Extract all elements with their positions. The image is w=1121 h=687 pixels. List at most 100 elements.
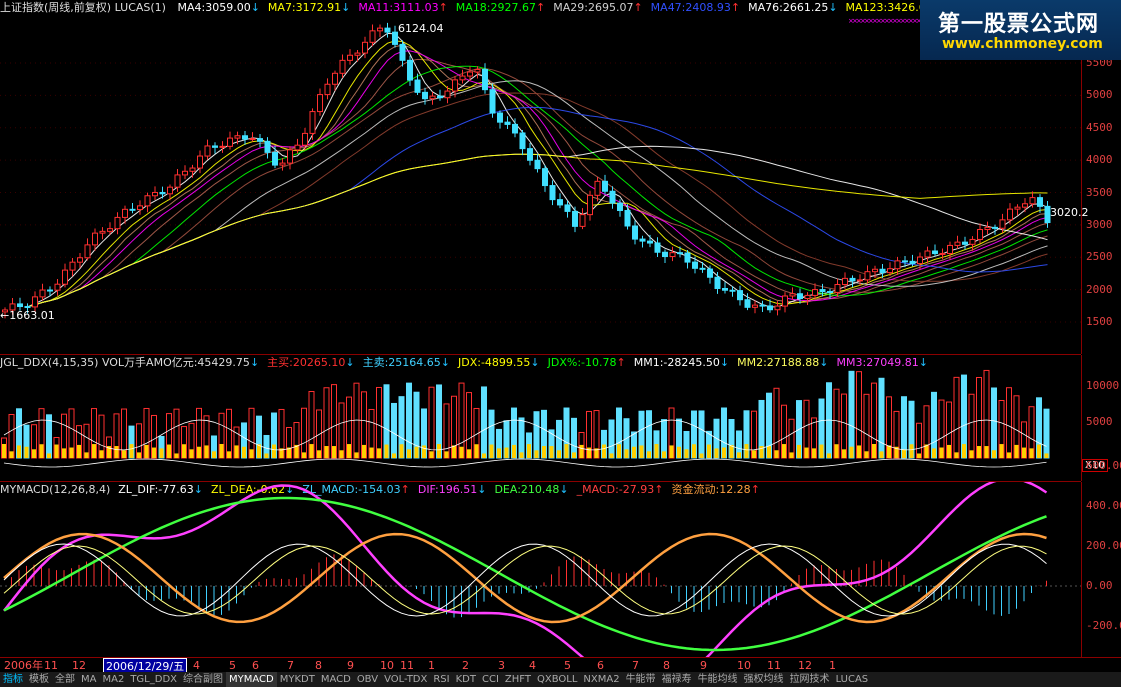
tab-MA2[interactable]: MA2 — [99, 672, 127, 687]
jdx-bar — [339, 450, 344, 458]
candle-body — [114, 216, 121, 230]
candle-body — [249, 138, 256, 141]
jdx-bar — [992, 450, 996, 458]
candle-body — [227, 137, 233, 147]
watermark-title: 第一股票公式网 — [938, 12, 1100, 37]
candle-body — [954, 241, 961, 246]
time-label-14: 3 — [498, 659, 505, 672]
tab-拉网技术[interactable]: 拉网技术 — [787, 672, 833, 687]
candle-body — [399, 43, 406, 61]
tab-VOL-TDX[interactable]: VOL-TDX — [381, 672, 430, 687]
tab-福禄寿[interactable]: 福禄寿 — [659, 672, 695, 687]
volume-panel[interactable]: JGL_DDX(4,15,35) VOL万手AMO亿元:45429.75↓ 主买:… — [0, 355, 1081, 482]
tab-ZHFT[interactable]: ZHFT — [502, 672, 534, 687]
jdx-bar — [399, 444, 404, 458]
volume-bar — [301, 407, 307, 459]
tab-强权均线[interactable]: 强权均线 — [741, 672, 787, 687]
jdx-bar — [722, 447, 726, 458]
mm-line — [3, 458, 1047, 468]
jdx-bar — [414, 446, 419, 458]
macd-panel[interactable]: MYMACD(12,26,8,4) ZL_DIF:-77.63↓ ZL_DEA:-0… — [0, 482, 1081, 657]
candlestick-chart[interactable]: ×××××××××××××××××× — [0, 0, 1081, 354]
y-tick-0.00: 0.00 — [1086, 579, 1113, 592]
jdx-bar — [54, 444, 59, 458]
jdx-bar — [354, 452, 359, 458]
tab-MYMACD[interactable]: MYMACD — [226, 672, 277, 687]
jdx-bar — [47, 453, 51, 458]
jdx-bar — [362, 444, 366, 458]
jdx-bar — [189, 449, 194, 458]
volume-bar — [991, 387, 997, 459]
volume-bar — [571, 417, 577, 459]
candle-body — [617, 202, 623, 212]
candle-body — [384, 27, 391, 33]
candle-body — [92, 232, 98, 246]
indicator-tab-bar[interactable]: 指标 模板 全部 MA MA2 TGL_DDX 综合副图 MYMACD MYKDT MACD OBV… — [0, 672, 1121, 687]
candle-body — [767, 305, 773, 311]
volume-bar — [466, 392, 472, 459]
candle-body — [489, 89, 496, 114]
jdx-bar — [782, 444, 786, 458]
jdx-bar — [932, 448, 936, 458]
candle-body — [17, 303, 23, 308]
volume-bar — [698, 410, 705, 459]
candle-body — [662, 251, 668, 258]
jdx-bar — [587, 447, 591, 458]
candle-body — [407, 59, 413, 81]
tab-牛能均线[interactable]: 牛能均线 — [695, 672, 741, 687]
candle-body — [444, 90, 451, 99]
candle-body — [69, 261, 76, 271]
candle-body — [32, 296, 38, 308]
candle-body — [969, 238, 976, 245]
tab-牛能带[interactable]: 牛能带 — [623, 672, 659, 687]
tab-LUCAS[interactable]: LUCAS — [833, 672, 872, 687]
tab-全部[interactable]: 全部 — [52, 672, 78, 687]
jdx-bar — [272, 444, 276, 458]
volume-bar — [773, 387, 780, 459]
candle-body — [962, 241, 968, 245]
candle-body — [242, 135, 248, 140]
tab-MYKDT[interactable]: MYKDT — [277, 672, 318, 687]
candle-body — [107, 228, 113, 232]
tab-MACD[interactable]: MACD — [318, 672, 354, 687]
tab-QXBOLL[interactable]: QXBOLL — [534, 672, 580, 687]
tab-TGL_DDX[interactable]: TGL_DDX — [127, 672, 180, 687]
tab-OBV[interactable]: OBV — [354, 672, 381, 687]
tab-CCI[interactable]: CCI — [479, 672, 502, 687]
tab-RSI[interactable]: RSI — [430, 672, 452, 687]
volume-chart[interactable] — [0, 355, 1081, 481]
tab-NXMA2[interactable]: NXMA2 — [580, 672, 622, 687]
jdx-bar — [152, 447, 156, 458]
jdx-bar — [422, 445, 426, 458]
candle-body — [437, 95, 443, 99]
candle-body — [977, 229, 983, 240]
dea-line — [3, 496, 1047, 652]
candle-body — [887, 268, 893, 274]
tab-MA[interactable]: MA — [78, 672, 99, 687]
tab-模板[interactable]: 模板 — [26, 672, 52, 687]
candle-body — [347, 54, 353, 61]
candle-body — [504, 121, 511, 125]
volume-bar — [46, 414, 52, 459]
volume-bar — [338, 402, 345, 459]
volume-bar — [788, 418, 795, 459]
jdx-bar — [407, 449, 411, 458]
jdx-bar — [519, 452, 524, 458]
tab-综合副图[interactable]: 综合副图 — [180, 672, 226, 687]
candle-body — [729, 289, 736, 292]
candle-body — [54, 283, 61, 291]
volume-bar — [976, 377, 982, 459]
tab-KDT[interactable]: KDT — [453, 672, 479, 687]
jdx-bar — [632, 446, 636, 458]
time-label-6: 6 — [252, 659, 259, 672]
candle-body — [302, 132, 308, 146]
jdx-bar — [62, 448, 66, 458]
time-label-10: 10 — [380, 659, 394, 672]
time-label-16: 5 — [564, 659, 571, 672]
time-label-18: 7 — [632, 659, 639, 672]
jdx-bar — [999, 444, 1004, 458]
main-chart-panel[interactable]: 上证指数(周线,前复权) LUCAS(1) MA4:3059.00↓ MA7:31… — [0, 0, 1089, 355]
candle-body — [549, 185, 556, 201]
tab-指标[interactable]: 指标 — [0, 672, 26, 687]
macd-chart[interactable] — [0, 482, 1081, 657]
